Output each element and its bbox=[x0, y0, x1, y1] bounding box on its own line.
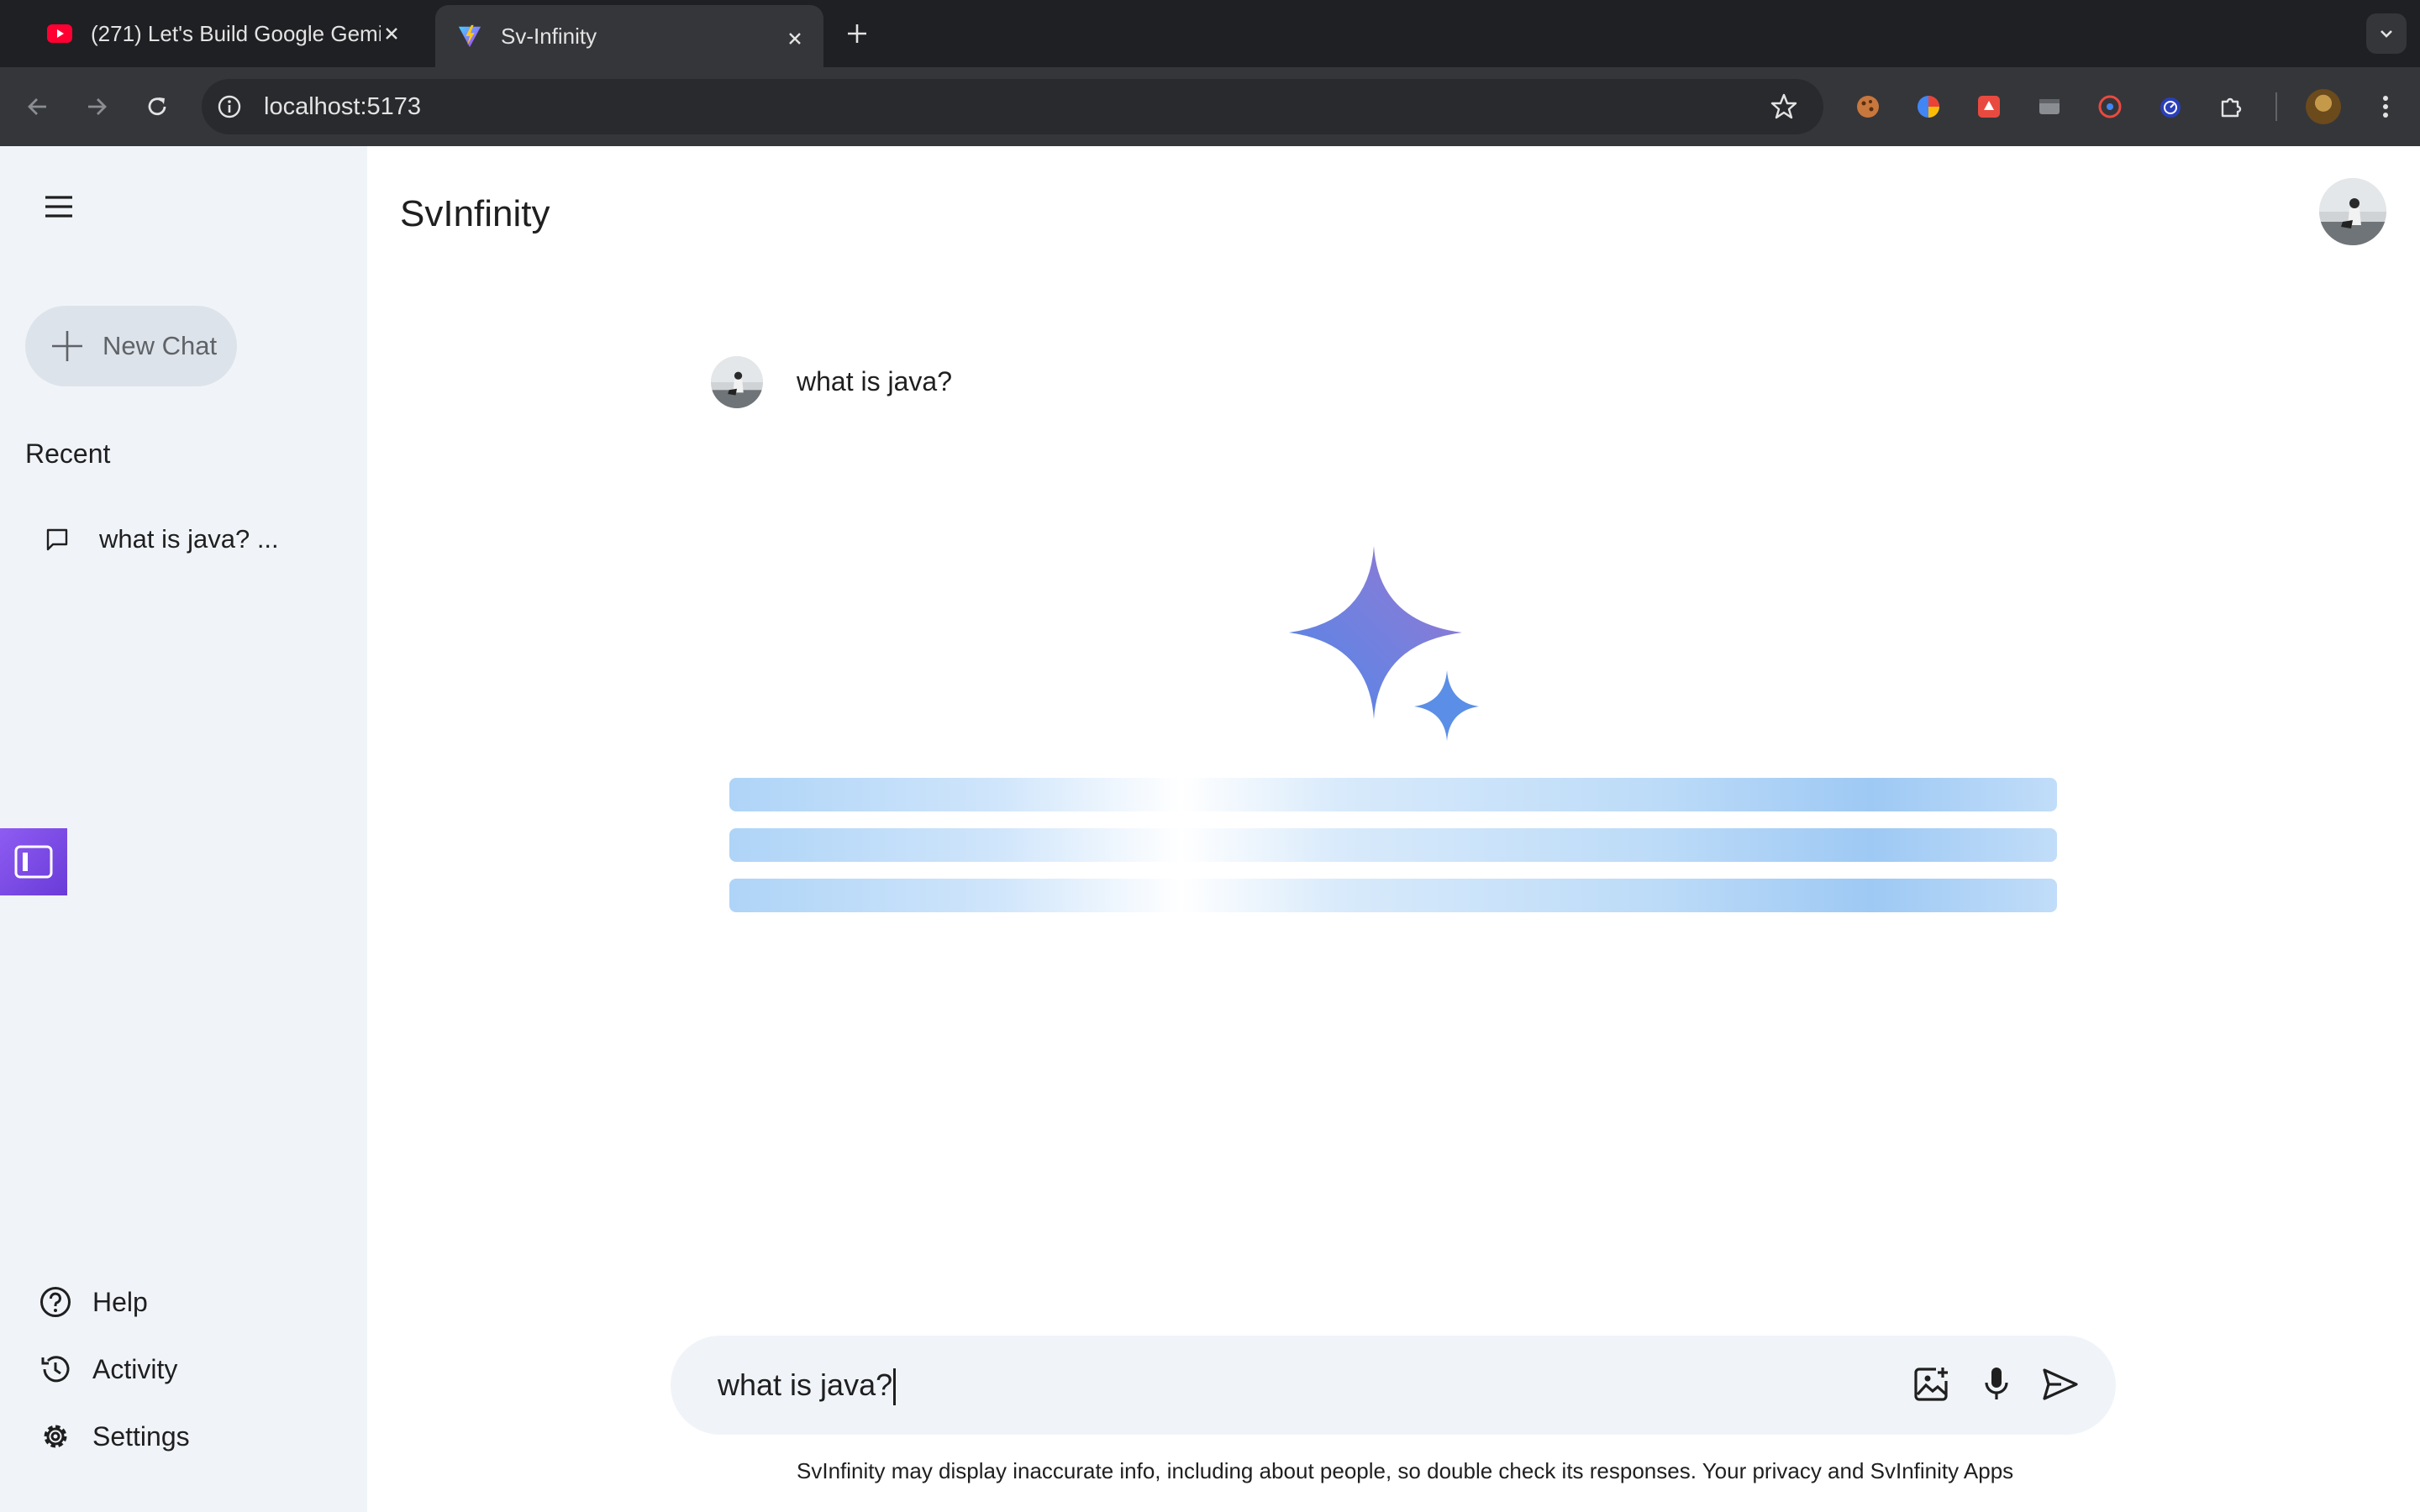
browser-tab-youtube[interactable]: (271) Let's Build Google Gemini Clone bbox=[25, 0, 420, 67]
window-extension-icon[interactable] bbox=[2032, 89, 2067, 124]
forward-button[interactable] bbox=[77, 87, 116, 126]
loading-line bbox=[729, 828, 2057, 862]
vite-icon bbox=[457, 24, 482, 49]
back-button[interactable] bbox=[18, 87, 57, 126]
help-label: Help bbox=[92, 1286, 148, 1317]
microphone-icon[interactable] bbox=[1975, 1362, 2018, 1406]
extensions-puzzle-icon[interactable] bbox=[2213, 89, 2249, 124]
text-caret bbox=[893, 1368, 897, 1406]
site-info-icon[interactable] bbox=[213, 91, 245, 123]
youtube-icon bbox=[47, 21, 72, 46]
user-message-text: what is java? bbox=[797, 366, 952, 396]
help-icon bbox=[37, 1284, 74, 1320]
settings-icon bbox=[37, 1418, 74, 1455]
close-tab-icon[interactable] bbox=[378, 20, 405, 47]
recent-heading: Recent bbox=[25, 438, 111, 469]
activity-item[interactable]: Activity bbox=[37, 1344, 356, 1394]
record-extension-icon[interactable] bbox=[2092, 89, 2128, 124]
timer-extension-icon[interactable] bbox=[2153, 89, 2188, 124]
new-chat-label: New Chat bbox=[103, 331, 218, 360]
recent-chat-label: what is java? ... bbox=[99, 524, 279, 554]
history-icon bbox=[37, 1351, 74, 1388]
red-puzzle-extension-icon[interactable] bbox=[1971, 89, 2007, 124]
prompt-input[interactable]: what is java? bbox=[718, 1368, 897, 1406]
bookmark-star-icon[interactable] bbox=[1766, 89, 1802, 124]
loading-line bbox=[729, 879, 2057, 912]
cookie-extension-icon[interactable] bbox=[1850, 89, 1886, 124]
browser-profile-avatar[interactable] bbox=[2306, 89, 2341, 124]
recent-chat-item[interactable]: what is java? ... bbox=[34, 516, 345, 563]
tab-title: Sv-Infinity bbox=[501, 23, 597, 49]
message-user-avatar bbox=[711, 356, 763, 408]
browser-tab-sv-infinity[interactable]: Sv-Infinity bbox=[435, 5, 823, 67]
user-avatar[interactable] bbox=[2319, 178, 2386, 245]
reload-button[interactable] bbox=[138, 87, 176, 126]
settings-label: Settings bbox=[92, 1420, 190, 1452]
help-item[interactable]: Help bbox=[37, 1277, 356, 1327]
new-tab-button[interactable] bbox=[840, 17, 874, 50]
app-title: SvInfinity bbox=[400, 193, 550, 234]
settings-item[interactable]: Settings bbox=[37, 1411, 356, 1462]
activity-label: Activity bbox=[92, 1353, 178, 1384]
disclaimer-text: SvInfinity may display inaccurate info, … bbox=[797, 1458, 2014, 1483]
url-text[interactable]: localhost:5173 bbox=[264, 91, 421, 123]
add-image-icon[interactable] bbox=[1909, 1362, 1953, 1406]
plus-icon bbox=[47, 326, 87, 366]
sidebar-extension-icon[interactable] bbox=[0, 828, 67, 895]
toolbar-divider bbox=[2275, 92, 2277, 121]
new-chat-button[interactable]: New Chat bbox=[25, 306, 237, 386]
menu-toggle-icon[interactable] bbox=[39, 186, 79, 227]
tab-title: (271) Let's Build Google Gemini Clone bbox=[91, 20, 381, 46]
send-icon[interactable] bbox=[2039, 1362, 2082, 1406]
chat-bubble-icon bbox=[40, 522, 74, 556]
color-picker-extension-icon[interactable] bbox=[1911, 89, 1946, 124]
close-tab-icon[interactable] bbox=[781, 25, 808, 52]
prompt-input-value: what is java? bbox=[718, 1368, 893, 1402]
tab-search-button[interactable] bbox=[2366, 13, 2407, 54]
browser-menu-icon[interactable] bbox=[2368, 89, 2403, 124]
gemini-sparkle-icon bbox=[1286, 546, 1487, 748]
address-bar[interactable] bbox=[202, 79, 1823, 134]
loading-line bbox=[729, 778, 2057, 811]
